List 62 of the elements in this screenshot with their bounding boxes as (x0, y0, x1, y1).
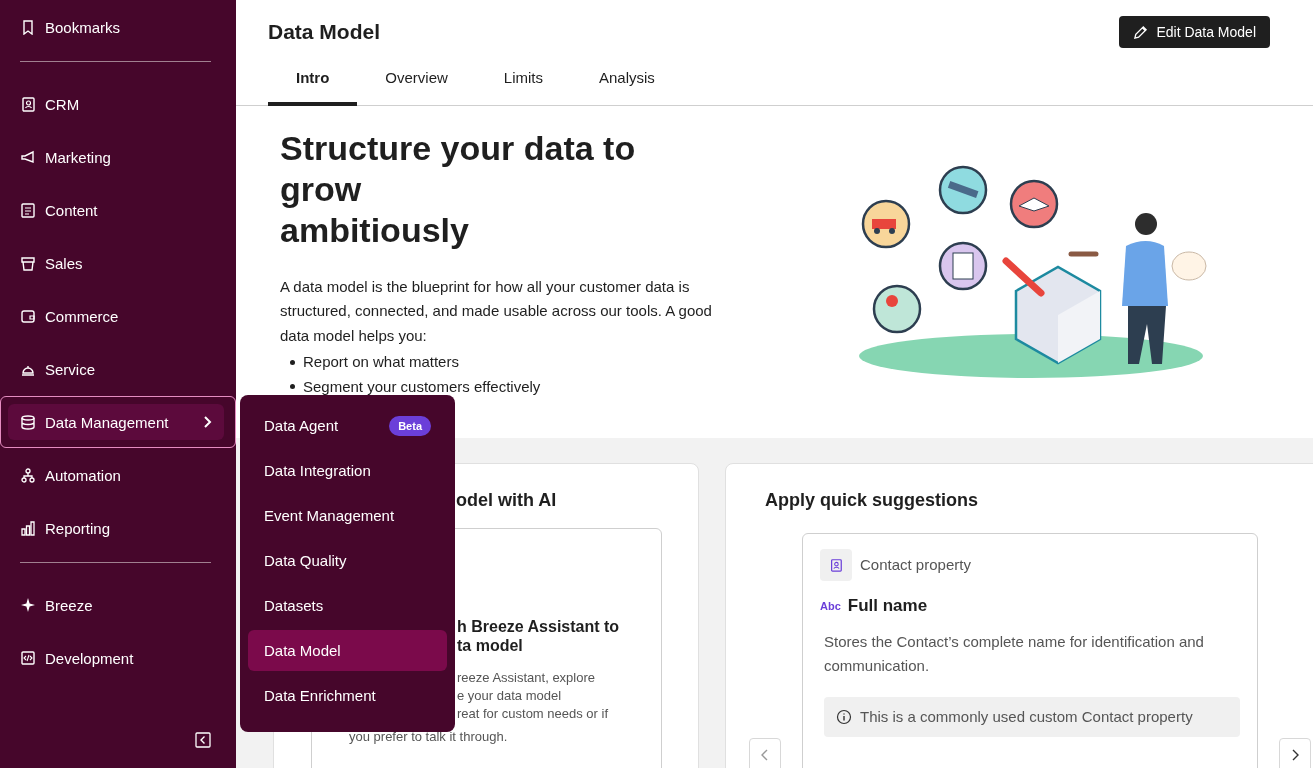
submenu-item[interactable]: Datasets (248, 585, 447, 626)
wallet-icon (20, 308, 36, 324)
submenu-item[interactable]: Data Agent Beta (248, 405, 447, 446)
note-text: This is a commonly used custom Contact property (860, 708, 1193, 725)
sidebar-item[interactable]: Bookmarks (8, 9, 224, 45)
sidebar-item[interactable]: Sales (8, 245, 224, 281)
bars-icon (20, 520, 36, 536)
property-name: Full name (847, 595, 928, 616)
info-icon (836, 708, 852, 725)
contact-icon (820, 548, 852, 581)
code-icon (20, 650, 36, 666)
bullet-icon (290, 359, 295, 365)
sidebar-item[interactable]: Commerce (8, 298, 224, 334)
megaphone-icon (20, 149, 36, 165)
document-icon (20, 202, 36, 218)
bookmark-icon (20, 19, 36, 35)
hero-description: A data model is the blueprint for how all your customer data is structured, connected, and made usable across our tools. A good data model helps you: (280, 276, 713, 346)
tab[interactable]: Overview (357, 55, 476, 106)
tab[interactable]: Limits (475, 55, 571, 106)
option-description: you prefer to talk it through. (349, 727, 508, 746)
beta-badge: Beta (389, 415, 431, 436)
chevron-left-icon (760, 747, 770, 762)
sidebar-item[interactable]: Marketing (8, 139, 224, 175)
flow-icon (20, 467, 36, 483)
bullet-icon (290, 384, 295, 390)
database-icon (20, 414, 36, 430)
next-button[interactable] (1279, 737, 1311, 768)
sidebar-item[interactable]: CRM (8, 86, 224, 122)
text-type-tag: Abc (820, 599, 841, 612)
submenu-item[interactable]: Data Enrichment (248, 675, 447, 716)
submenu-item[interactable]: Event Management (248, 495, 447, 536)
basket-icon (20, 255, 36, 271)
submenu-item[interactable]: Data Model (248, 630, 447, 671)
sidebar-item[interactable]: Reporting (8, 510, 224, 546)
sidebar-item[interactable]: Automation (8, 457, 224, 493)
chevron-right-icon (1290, 747, 1300, 762)
tab[interactable]: Analysis (571, 55, 683, 106)
option-title: h Breeze Assistant to ta model (457, 616, 620, 655)
option-description: reat for custom needs or if (457, 704, 608, 723)
option-description: e your data model (457, 686, 562, 705)
sidebar-item[interactable]: Content (8, 192, 224, 228)
object-type: Contact property (860, 556, 971, 573)
sidebar-item[interactable]: Breeze (8, 587, 224, 623)
card-title: odel with AI (456, 489, 557, 511)
edit-button[interactable]: Edit Data Model (1119, 16, 1270, 48)
option-description: reeze Assistant, explore (457, 668, 596, 687)
property-description: Stores the Contact’s complete name for identification and communication. (824, 631, 1205, 676)
tab[interactable]: Intro (268, 55, 358, 106)
contact-icon (20, 96, 36, 112)
submenu-item[interactable]: Data Integration (248, 450, 447, 491)
previous-button[interactable] (749, 737, 781, 768)
bullet-text: Report on what matters (303, 352, 459, 372)
sparkle-icon (20, 597, 36, 613)
page-title: Data Model (268, 20, 380, 44)
card-title: Apply quick suggestions (765, 489, 979, 511)
submenu-item[interactable]: Data Quality (248, 540, 447, 581)
hero-heading: Structure your data to grow ambitiously (280, 127, 637, 251)
collapse-icon[interactable] (195, 732, 211, 748)
pencil-icon (1133, 24, 1149, 40)
sidebar-item[interactable]: Development (8, 640, 224, 676)
bullet-text: Segment your customers effectively (303, 376, 541, 397)
sidebar-item[interactable]: Service (8, 351, 224, 387)
